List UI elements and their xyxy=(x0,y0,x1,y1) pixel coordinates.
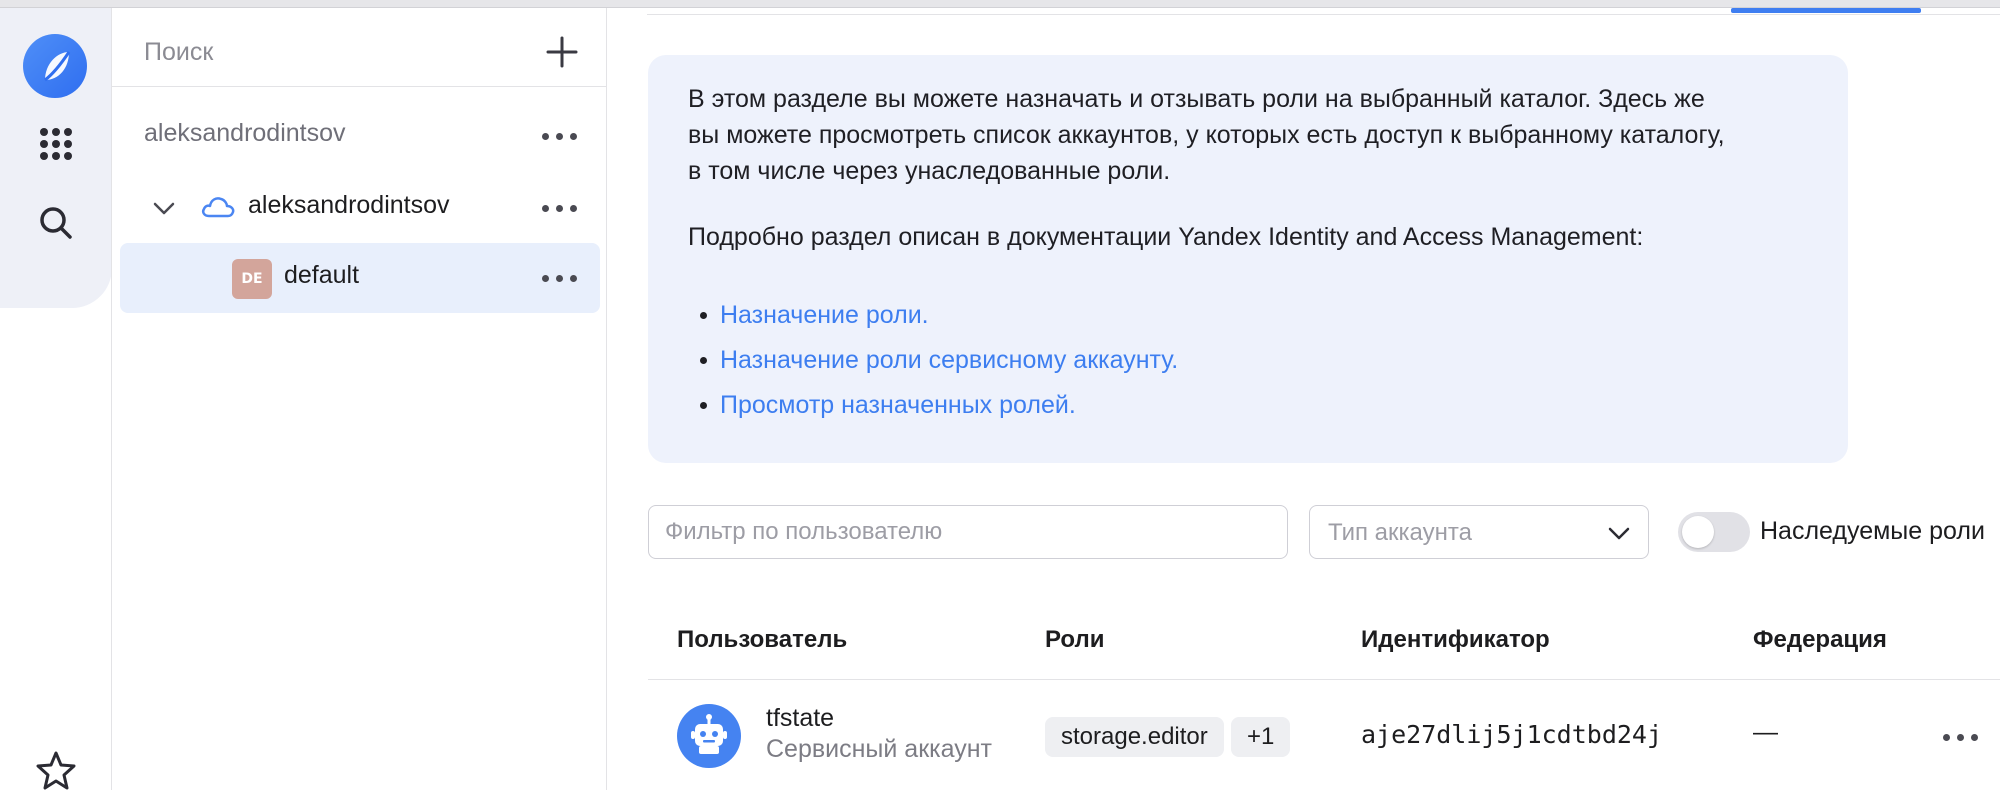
folder-name: default xyxy=(284,261,360,289)
column-header-id: Идентификатор xyxy=(1361,626,1550,653)
tree-item-organization[interactable]: aleksandrodintsov xyxy=(120,101,600,171)
search-icon[interactable] xyxy=(36,203,76,243)
apps-grid-icon[interactable] xyxy=(36,124,76,164)
navigation-rail xyxy=(0,8,112,790)
active-tab-indicator xyxy=(1731,8,1921,13)
cloud-name: aleksandrodintsov xyxy=(248,191,450,219)
info-docs-text: Подробно раздел описан в документации Ya… xyxy=(688,223,1644,251)
info-text-line: вы можете просмотреть список аккаунтов, … xyxy=(688,121,1725,149)
top-browser-strip xyxy=(0,0,2000,8)
plus-icon[interactable] xyxy=(542,32,582,72)
docs-link-assign-role[interactable]: Назначение роли. xyxy=(699,299,1178,344)
inherited-roles-label: Наследуемые роли xyxy=(1760,517,1985,545)
organization-name: aleksandrodintsov xyxy=(144,119,346,147)
tree-item-folder[interactable]: DE default xyxy=(120,243,600,313)
account-id: aje27dlij5j1cdtbd24j xyxy=(1361,720,1663,749)
toggle-knob xyxy=(1682,516,1714,548)
star-icon[interactable] xyxy=(36,750,76,790)
more-icon[interactable] xyxy=(540,123,580,149)
chevron-down-icon[interactable] xyxy=(152,196,176,220)
federation-value: — xyxy=(1753,718,1778,746)
info-panel: В этом разделе вы можете назначать и отз… xyxy=(648,55,1848,463)
tree-search-input[interactable] xyxy=(144,32,504,72)
column-header-roles: Роли xyxy=(1045,626,1105,653)
cloud-logo-icon[interactable] xyxy=(23,34,87,98)
docs-link-assign-role-service-account[interactable]: Назначение роли сервисному аккаунту. xyxy=(699,344,1178,389)
more-icon[interactable] xyxy=(540,265,580,291)
account-type-select[interactable]: Тип аккаунта xyxy=(1309,505,1649,559)
cloud-icon xyxy=(201,197,235,218)
table-header-divider xyxy=(648,679,2000,680)
docs-links-list: Назначение роли. Назначение роли сервисн… xyxy=(699,299,1178,434)
tabs-divider xyxy=(647,14,2000,15)
inherited-roles-toggle[interactable] xyxy=(1678,512,1750,552)
column-header-federation: Федерация xyxy=(1753,626,1887,653)
more-icon[interactable] xyxy=(1939,724,1983,750)
info-text-line: в том числе через унаследованные роли. xyxy=(688,157,1171,185)
resource-tree-panel: aleksandrodintsov aleksandrodintsov DE d… xyxy=(112,8,607,790)
column-header-user: Пользователь xyxy=(677,626,848,653)
tree-search-bar xyxy=(112,8,607,87)
robot-icon xyxy=(677,704,741,768)
folder-badge: DE xyxy=(232,259,272,299)
user-type: Сервисный аккаунт xyxy=(766,735,993,763)
chevron-down-icon xyxy=(1608,527,1630,540)
main-content: В этом разделе вы можете назначать и отз… xyxy=(607,8,2000,790)
user-filter-input[interactable] xyxy=(648,505,1288,559)
more-icon[interactable] xyxy=(540,195,580,221)
tree-item-cloud[interactable]: aleksandrodintsov xyxy=(120,173,600,243)
role-chip[interactable]: storage.editor xyxy=(1045,717,1224,757)
more-roles-chip[interactable]: +1 xyxy=(1231,717,1291,757)
docs-link-view-roles[interactable]: Просмотр назначенных ролей. xyxy=(699,389,1178,434)
account-type-placeholder: Тип аккаунта xyxy=(1328,519,1472,546)
user-name[interactable]: tfstate xyxy=(766,704,834,733)
info-text-line: В этом разделе вы можете назначать и отз… xyxy=(688,85,1705,113)
